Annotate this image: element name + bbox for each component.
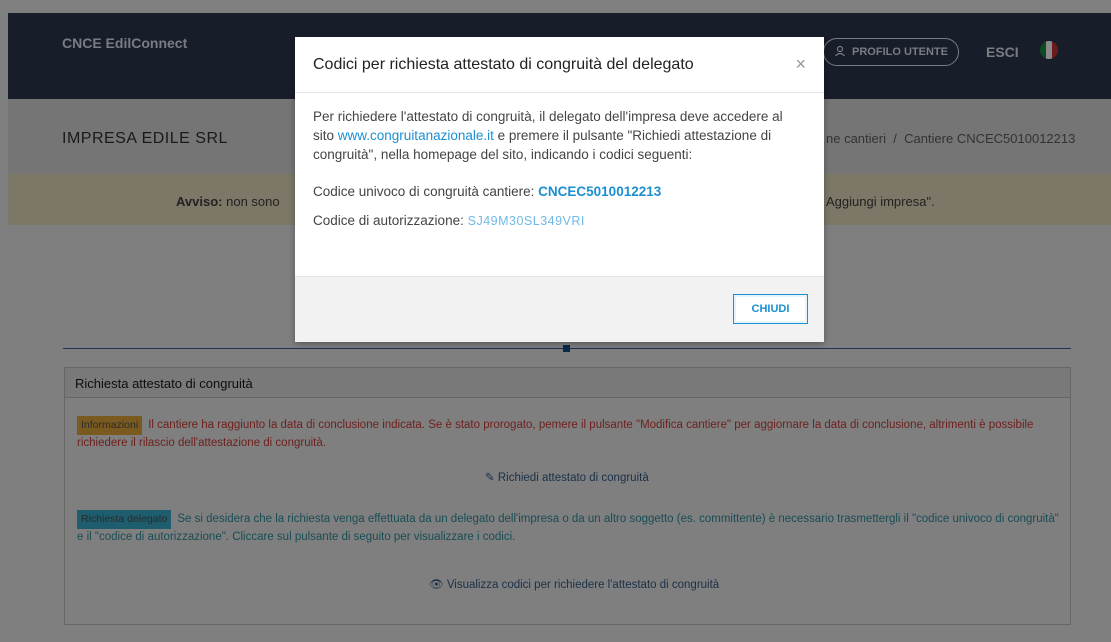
divider-marker (563, 345, 570, 352)
eye-icon: 👁 (429, 579, 444, 591)
view-codes-label: Visualizza codici per richiedere l'attes… (446, 579, 720, 591)
unique-code-value: CNCEC5010012213 (538, 184, 662, 199)
modal-title: Codici per richiesta attestato di congru… (313, 56, 694, 73)
warning-label: Avviso: (176, 194, 223, 209)
request-attestation-label: Richiedi attestato di congruità (497, 472, 649, 484)
warning-text-left: Avviso: non sono (176, 194, 280, 209)
company-name: IMPRESA EDILE SRL (62, 130, 228, 147)
codes-modal: Codici per richiesta attestato di congru… (295, 37, 824, 342)
breadcrumb: ne cantieri / Cantiere CNCEC5010012213 (826, 131, 1075, 146)
unique-code-label: Codice univoco di congruità cantiere: (313, 184, 535, 199)
profile-button[interactable]: PROFILO UTENTE (823, 38, 959, 66)
auth-code-value: SJ49M30SL349VRI (467, 214, 585, 228)
breadcrumb-separator: / (893, 131, 897, 146)
request-attestation-link[interactable]: ✎ Richiedi attestato di congruità (485, 470, 649, 484)
modal-header: Codici per richiesta attestato di congru… (295, 37, 824, 93)
modal-footer: CHIUDI (295, 276, 824, 342)
logout-button[interactable]: ESCI (986, 44, 1019, 60)
profile-button-label: PROFILO UTENTE (852, 46, 948, 58)
warning-text: non sono (226, 194, 280, 209)
info-text: Il cantiere ha raggiunto la data di conc… (77, 419, 1034, 449)
user-icon (834, 45, 846, 60)
congruity-request-panel: Richiesta attestato di congruità Informa… (64, 367, 1071, 625)
modal-body: Per richiedere l'attestato di congruità,… (295, 93, 824, 245)
info-badge: Informazioni (77, 416, 143, 435)
info-message: Informazioni Il cantiere ha raggiunto la … (77, 416, 1057, 452)
view-codes-link[interactable]: 👁 Visualizza codici per richiedere l'att… (429, 577, 719, 591)
top-strip (0, 0, 1111, 13)
congruity-site-link[interactable]: www.congruitanazionale.it (338, 128, 494, 143)
brand-logo[interactable]: CNCE EdilConnect (62, 35, 187, 51)
delegate-message: Richiesta delegato Se si desidera che la … (77, 510, 1067, 546)
pencil-icon: ✎ (485, 472, 495, 484)
warning-text-right: Aggiungi impresa". (826, 194, 935, 209)
close-icon[interactable]: × (795, 54, 806, 75)
breadcrumb-item-cantieri[interactable]: ne cantieri (826, 131, 886, 146)
modal-intro: Per richiedere l'attestato di congruità,… (313, 107, 806, 164)
auth-code-row: Codice di autorizzazione: SJ49M30SL349VR… (313, 211, 806, 231)
breadcrumb-item-current: Cantiere CNCEC5010012213 (904, 131, 1076, 146)
unique-code-row: Codice univoco di congruità cantiere: CN… (313, 182, 806, 201)
delegate-badge: Richiesta delegato (77, 510, 172, 529)
panel-title: Richiesta attestato di congruità (65, 368, 1070, 398)
auth-code-label: Codice di autorizzazione: (313, 213, 464, 228)
close-button[interactable]: CHIUDI (733, 294, 808, 324)
italy-flag-icon[interactable] (1040, 41, 1058, 59)
delegate-text: Se si desidera che la richiesta venga ef… (77, 513, 1059, 543)
